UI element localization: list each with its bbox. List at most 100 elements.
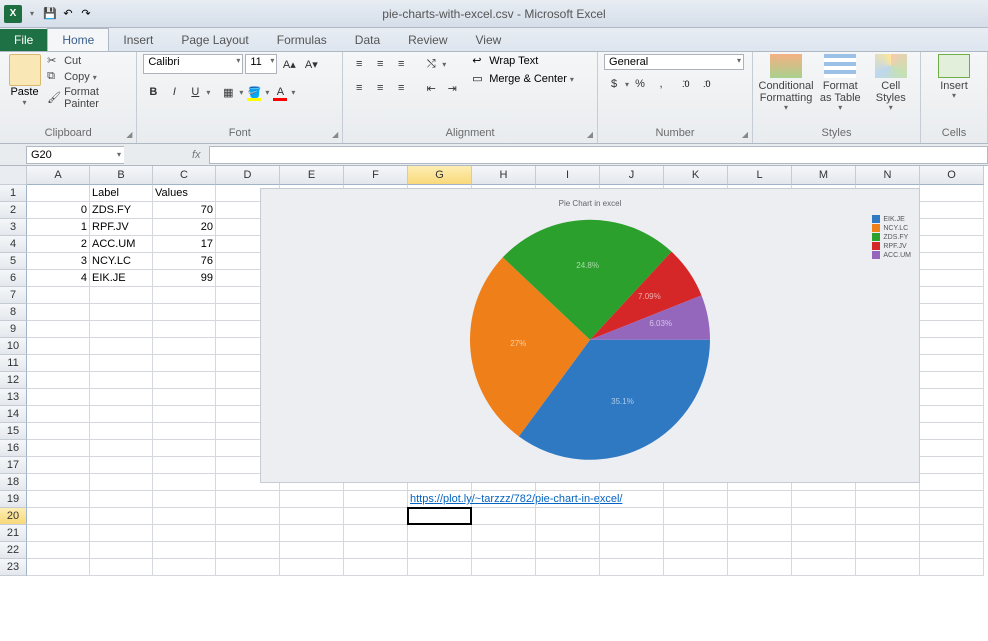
- tab-formulas[interactable]: Formulas: [263, 29, 341, 51]
- cell[interactable]: [27, 338, 90, 355]
- cell[interactable]: [216, 542, 280, 559]
- cell[interactable]: [600, 559, 664, 576]
- fx-icon[interactable]: fx: [184, 149, 209, 161]
- cell[interactable]: [920, 440, 984, 457]
- decrease-decimal-icon[interactable]: .0→: [700, 74, 720, 94]
- cell[interactable]: [472, 559, 536, 576]
- column-header[interactable]: N: [856, 166, 920, 185]
- tab-view[interactable]: View: [462, 29, 516, 51]
- cell[interactable]: [920, 355, 984, 372]
- align-right-icon[interactable]: ≡: [391, 78, 411, 98]
- conditional-formatting-button[interactable]: Conditional Formatting▾: [759, 54, 813, 113]
- row-header[interactable]: 2: [0, 202, 27, 219]
- cell[interactable]: [153, 355, 216, 372]
- cell[interactable]: [536, 559, 600, 576]
- cell[interactable]: 70: [153, 202, 216, 219]
- row-header[interactable]: 8: [0, 304, 27, 321]
- underline-button[interactable]: U: [185, 82, 205, 102]
- cell[interactable]: [856, 491, 920, 508]
- save-icon[interactable]: 💾: [42, 6, 58, 22]
- tab-file[interactable]: File: [0, 29, 47, 51]
- cell[interactable]: 2: [27, 236, 90, 253]
- cell[interactable]: [216, 491, 280, 508]
- row-header[interactable]: 1: [0, 185, 27, 202]
- row-header[interactable]: 5: [0, 253, 27, 270]
- cell[interactable]: [856, 508, 920, 525]
- row-header[interactable]: 4: [0, 236, 27, 253]
- copy-button[interactable]: ⧉Copy ▾: [47, 70, 130, 84]
- row-header[interactable]: 3: [0, 219, 27, 236]
- cell[interactable]: [153, 525, 216, 542]
- cell[interactable]: [153, 304, 216, 321]
- row-header[interactable]: 22: [0, 542, 27, 559]
- row-header[interactable]: 9: [0, 321, 27, 338]
- column-header[interactable]: J: [600, 166, 664, 185]
- cell[interactable]: [90, 406, 153, 423]
- paste-dropdown-icon[interactable]: ▾: [23, 98, 27, 107]
- wrap-text-button[interactable]: ↩Wrap Text: [472, 54, 574, 68]
- font-color-icon[interactable]: A: [270, 82, 290, 102]
- percent-button[interactable]: %: [630, 74, 650, 94]
- cell[interactable]: [920, 185, 984, 202]
- row-header[interactable]: 13: [0, 389, 27, 406]
- cell[interactable]: [920, 372, 984, 389]
- cell[interactable]: 17: [153, 236, 216, 253]
- column-header[interactable]: G: [408, 166, 472, 185]
- cell[interactable]: [280, 542, 344, 559]
- cell[interactable]: [90, 508, 153, 525]
- cell[interactable]: [90, 287, 153, 304]
- undo-icon[interactable]: ↶: [60, 6, 76, 22]
- align-left-icon[interactable]: ≡: [349, 78, 369, 98]
- cell[interactable]: [920, 321, 984, 338]
- cell[interactable]: [792, 491, 856, 508]
- cell[interactable]: [344, 491, 408, 508]
- bold-button[interactable]: B: [143, 82, 163, 102]
- decrease-indent-icon[interactable]: ⇤: [421, 78, 441, 98]
- cell[interactable]: [27, 321, 90, 338]
- row-header[interactable]: 11: [0, 355, 27, 372]
- cell[interactable]: [27, 525, 90, 542]
- name-box[interactable]: G20: [26, 146, 124, 164]
- increase-font-icon[interactable]: A▴: [279, 54, 299, 74]
- cell[interactable]: [27, 491, 90, 508]
- row-header[interactable]: 18: [0, 474, 27, 491]
- currency-button[interactable]: $: [604, 74, 624, 94]
- cell[interactable]: [920, 491, 984, 508]
- cell[interactable]: [856, 542, 920, 559]
- font-name-combo[interactable]: Calibri: [143, 54, 243, 74]
- format-as-table-button[interactable]: Format as Table▾: [817, 54, 864, 113]
- cell[interactable]: [664, 525, 728, 542]
- column-header[interactable]: L: [728, 166, 792, 185]
- cell[interactable]: [153, 559, 216, 576]
- cell[interactable]: [90, 440, 153, 457]
- cell[interactable]: [153, 508, 216, 525]
- row-header[interactable]: 14: [0, 406, 27, 423]
- row-header[interactable]: 17: [0, 457, 27, 474]
- cell[interactable]: [920, 423, 984, 440]
- cell[interactable]: [27, 304, 90, 321]
- cell[interactable]: [216, 508, 280, 525]
- cell[interactable]: NCY.LC: [90, 253, 153, 270]
- cell[interactable]: [728, 559, 792, 576]
- orientation-icon[interactable]: ⤭: [421, 54, 441, 74]
- cell[interactable]: [90, 338, 153, 355]
- cell[interactable]: Values: [153, 185, 216, 202]
- cell[interactable]: [153, 321, 216, 338]
- cell[interactable]: [664, 559, 728, 576]
- cell[interactable]: [920, 406, 984, 423]
- cell[interactable]: 3: [27, 253, 90, 270]
- cell[interactable]: [920, 202, 984, 219]
- cut-button[interactable]: ✂Cut: [47, 54, 130, 68]
- cell[interactable]: [600, 525, 664, 542]
- cell[interactable]: [27, 389, 90, 406]
- cell[interactable]: [153, 423, 216, 440]
- cell[interactable]: [792, 508, 856, 525]
- cell[interactable]: https://plot.ly/~tarzzz/782/pie-chart-in…: [408, 491, 472, 508]
- dialog-launcher-icon[interactable]: ◢: [742, 130, 748, 139]
- cell[interactable]: [153, 542, 216, 559]
- cell[interactable]: [920, 270, 984, 287]
- cell[interactable]: [153, 372, 216, 389]
- paste-button[interactable]: Paste: [10, 86, 38, 98]
- row-header[interactable]: 23: [0, 559, 27, 576]
- cell[interactable]: [27, 287, 90, 304]
